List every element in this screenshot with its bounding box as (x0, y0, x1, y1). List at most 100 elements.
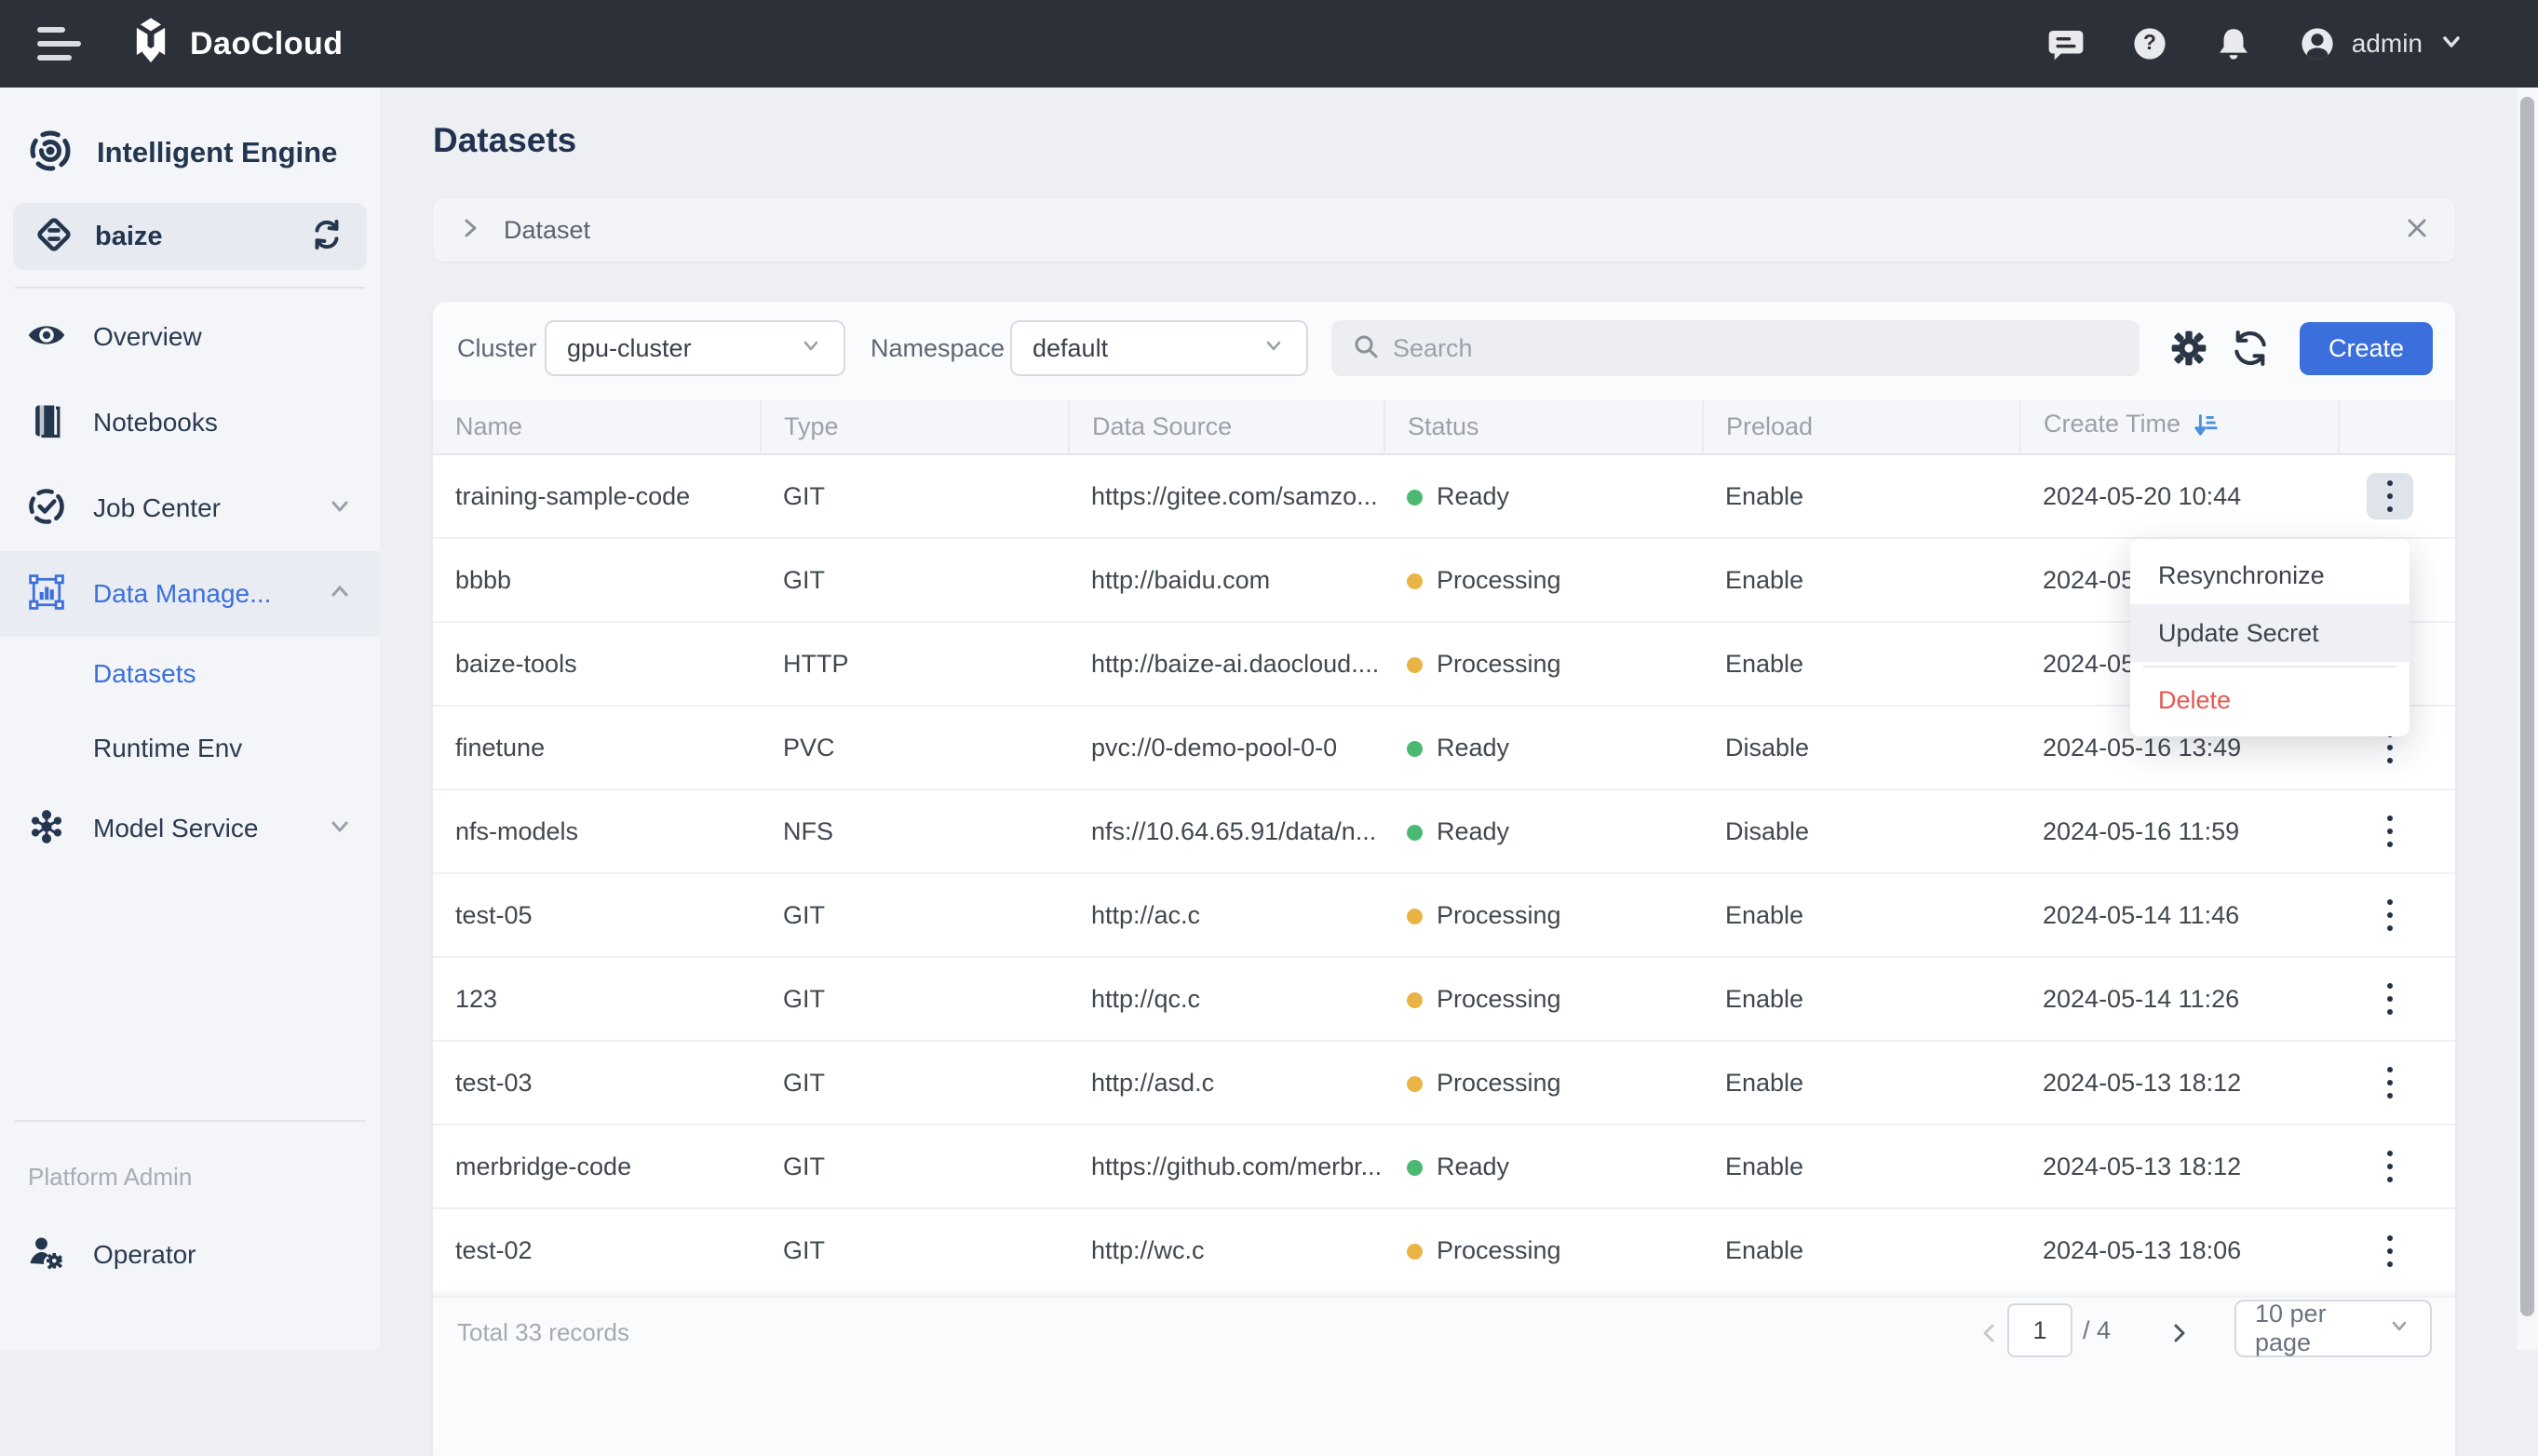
workspace-selector[interactable]: baize (13, 203, 367, 270)
menu-item-delete[interactable]: Delete (2130, 671, 2410, 729)
scrollbar-thumb[interactable] (2520, 97, 2534, 1316)
cell-preload: Enable (1703, 537, 2020, 622)
page-scrollbar[interactable] (2517, 88, 2538, 1350)
next-page-icon[interactable] (2160, 1314, 2197, 1352)
table-row[interactable]: 123 GIT http://qc.c Processing Enable 20… (433, 956, 2455, 1041)
col-create-time[interactable]: Create Time (2020, 400, 2340, 455)
row-actions-menu: Resynchronize Update Secret Delete (2130, 539, 2410, 736)
sidebar-subitem-runtime-env[interactable]: Runtime Env (0, 711, 380, 786)
help-icon[interactable]: ? (2130, 24, 2169, 63)
menu-item-resynchronize[interactable]: Resynchronize (2130, 546, 2410, 604)
namespace-select[interactable]: default (1010, 320, 1308, 376)
sidebar-item-notebooks[interactable]: Notebooks (0, 380, 380, 465)
table-row[interactable]: test-03 GIT http://asd.c Processing Enab… (433, 1040, 2455, 1125)
cell-source: https://gitee.com/samzo... (1069, 454, 1384, 538)
cell-source: http://baidu.com (1069, 537, 1384, 622)
expander-label: Dataset (504, 215, 591, 244)
table-row[interactable]: merbridge-code GIT https://github.com/me… (433, 1124, 2455, 1208)
page-count: / 4 (2083, 1316, 2112, 1344)
cell-name: test-03 (433, 1040, 761, 1125)
sidebar-item-label: Operator (93, 1240, 196, 1269)
table-row[interactable]: training-sample-code GIT https://gitee.c… (433, 454, 2455, 538)
cluster-select[interactable]: gpu-cluster (545, 320, 845, 376)
cell-name: 123 (433, 956, 761, 1041)
cell-name: merbridge-code (433, 1124, 761, 1208)
search-icon (1352, 332, 1380, 365)
sidebar-item-operator[interactable]: Operator (0, 1212, 380, 1298)
close-icon[interactable] (2403, 214, 2431, 247)
row-actions-button[interactable] (2367, 473, 2413, 519)
row-actions-button[interactable] (2367, 892, 2413, 938)
datasets-card: Cluster gpu-cluster Namespace default Se… (433, 302, 2455, 1456)
sidebar-item-job-center[interactable]: Job Center (0, 465, 380, 551)
hamburger-menu-icon[interactable] (37, 27, 82, 61)
page-title: Datasets (433, 121, 577, 159)
chevron-up-icon (326, 578, 354, 611)
sidebar-subitem-datasets[interactable]: Datasets (0, 637, 380, 711)
cell-status: Processing (1384, 1040, 1703, 1125)
chevron-down-icon (326, 813, 354, 845)
user-menu[interactable]: admin (2298, 24, 2465, 63)
dataset-expander[interactable]: Dataset (433, 198, 2455, 262)
sort-descending-icon[interactable] (2192, 414, 2220, 443)
datasets-table: Name Type Data Source Status Preload Cre… (433, 400, 2455, 1292)
message-icon[interactable] (2046, 24, 2086, 63)
chevron-down-icon (2387, 1314, 2411, 1344)
table-row[interactable]: test-02 GIT http://wc.c Processing Enabl… (433, 1207, 2455, 1292)
page-number-input[interactable] (2007, 1303, 2072, 1357)
row-actions-button[interactable] (2367, 1059, 2413, 1106)
brand[interactable]: DaoCloud (125, 16, 344, 73)
workspace-label: baize (95, 221, 163, 251)
row-actions-button[interactable] (2367, 1228, 2413, 1274)
cell-created: 2024-05-13 18:12 (2020, 1040, 2339, 1125)
row-actions-button[interactable] (2367, 808, 2413, 855)
data-management-icon (26, 572, 67, 617)
table-row[interactable]: nfs-models NFS nfs://10.64.65.91/data/n.… (433, 789, 2455, 873)
sidebar-divider (15, 1120, 365, 1122)
status-dot (1407, 908, 1423, 924)
table-row[interactable]: test-05 GIT http://ac.c Processing Enabl… (433, 872, 2455, 957)
row-actions-button[interactable] (2367, 976, 2413, 1022)
cell-name: test-02 (433, 1207, 761, 1292)
gear-icon[interactable] (2167, 326, 2211, 371)
create-button[interactable]: Create (2300, 322, 2433, 375)
previous-page-icon[interactable] (1971, 1314, 2008, 1352)
row-actions-button[interactable] (2367, 1143, 2413, 1190)
switch-workspace-icon[interactable] (307, 215, 346, 259)
status-dot (1407, 573, 1423, 589)
col-data-source: Data Source (1069, 400, 1385, 455)
search-input[interactable] (1393, 333, 2119, 363)
menu-item-update-secret[interactable]: Update Secret (2130, 604, 2410, 662)
status-dot (1407, 489, 1423, 506)
cell-preload: Enable (1703, 454, 2020, 538)
table-header-row: Name Type Data Source Status Preload Cre… (433, 400, 2455, 455)
table-footer: Total 33 records / 4 10 per page (433, 1296, 2455, 1456)
col-status: Status (1384, 400, 1704, 455)
cell-source: http://ac.c (1069, 872, 1384, 957)
sidebar-item-model-service[interactable]: Model Service (0, 786, 380, 871)
cell-preload: Enable (1703, 1040, 2020, 1125)
chevron-down-icon (2437, 28, 2465, 61)
sidebar-item-label: Overview (93, 322, 202, 351)
cell-preload: Disable (1703, 705, 2020, 789)
cluster-value: gpu-cluster (567, 333, 692, 362)
sidebar-item-overview[interactable]: Overview (0, 294, 380, 380)
bell-icon[interactable] (2214, 24, 2253, 63)
cell-type: GIT (761, 872, 1069, 957)
col-preload: Preload (1703, 400, 2021, 455)
cluster-label: Cluster (457, 333, 537, 362)
chevron-down-icon (799, 333, 823, 364)
col-type: Type (761, 400, 1070, 455)
main-content: Datasets Dataset Cluster gpu-cluster Nam… (380, 88, 2538, 1456)
cell-preload: Enable (1703, 956, 2020, 1041)
chevron-down-icon (1262, 333, 1286, 364)
status-dot (1407, 656, 1423, 673)
refresh-icon[interactable] (2228, 326, 2273, 371)
status-dot (1407, 991, 1423, 1008)
cell-name: training-sample-code (433, 454, 761, 538)
cell-type: PVC (761, 705, 1069, 789)
page-size-select[interactable]: 10 per page (2234, 1300, 2432, 1357)
sidebar-item-data-management[interactable]: Data Manage... (0, 551, 380, 637)
cell-source: pvc://0-demo-pool-0-0 (1069, 705, 1384, 789)
cell-created: 2024-05-14 11:46 (2020, 872, 2339, 957)
